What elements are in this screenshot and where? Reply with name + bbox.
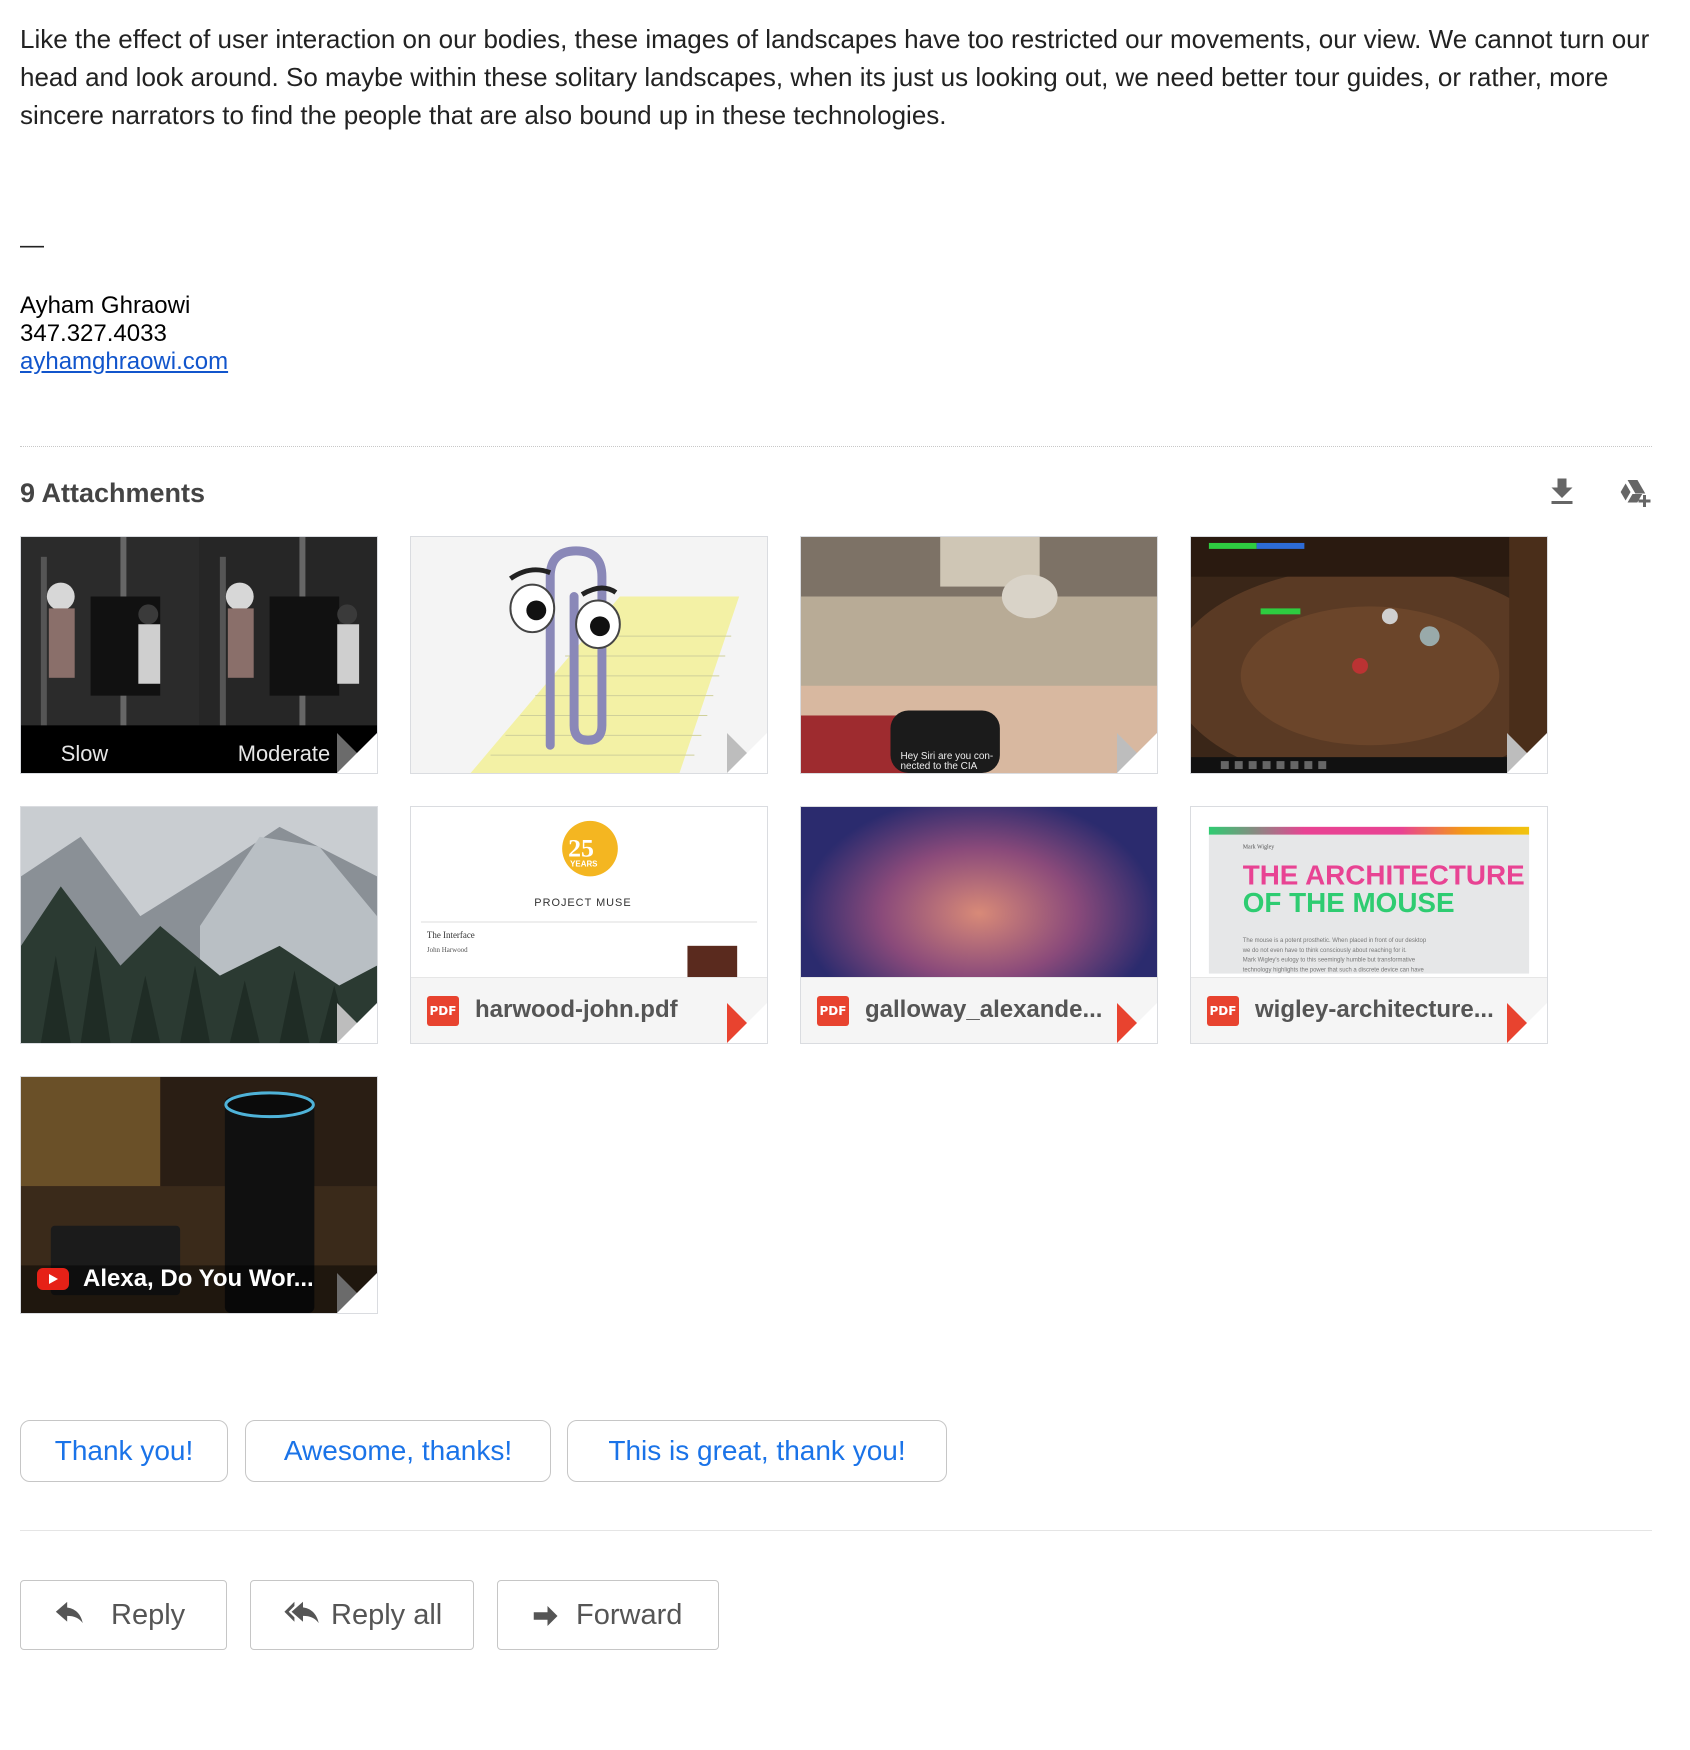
attachment-pdf-harwood[interactable]: 25 YEARS PROJECT MUSE The Interface John… — [410, 806, 768, 1044]
thumb-caption-left: Slow — [61, 741, 109, 766]
thumb-caption-right: Moderate — [238, 741, 330, 766]
download-icon[interactable] — [1544, 474, 1580, 510]
attachment-thumbnail — [21, 807, 377, 1043]
pdf-icon: PDF — [1207, 996, 1239, 1026]
message-body: Like the effect of user interaction on o… — [20, 24, 1650, 130]
attachment-filename: harwood-john.pdf — [475, 996, 678, 1023]
attachment-fold — [337, 1003, 377, 1043]
reply-divider — [20, 1530, 1652, 1531]
attachment-fold — [337, 733, 377, 773]
attachment-pdf-wigley[interactable]: Mark Wigley THE ARCHITECTURE OF THE MOUS… — [1190, 806, 1548, 1044]
attachment-youtube-video[interactable]: Alexa, Do You Wor... — [20, 1076, 378, 1314]
forward-button[interactable]: Forward — [497, 1580, 719, 1650]
signature-phone: 347.327.4033 — [20, 320, 167, 347]
signature-separator: — — [20, 232, 44, 259]
youtube-icon — [37, 1268, 69, 1290]
attachment-thumbnail — [411, 537, 767, 773]
email-message-view: Like the effect of user interaction on o… — [0, 0, 1690, 1750]
smart-reply-this-is-great[interactable]: This is great, thank you! — [567, 1420, 947, 1482]
signature-name: Ayham Ghraowi — [20, 292, 191, 319]
reply-icon — [55, 1601, 83, 1624]
pdf-preview-years: YEARS — [570, 860, 597, 869]
video-title: Alexa, Do You Wor... — [83, 1265, 314, 1292]
pdf-preview-body-4: technology highlights the power that suc… — [1243, 968, 1425, 974]
attachment-filename-bar: PDF galloway_alexande... — [801, 977, 1157, 1043]
signature: Ayham Ghraowi 347.327.4033 ayhamghraowi.… — [20, 292, 228, 376]
pdf-preview-title-2: OF THE MOUSE — [1243, 887, 1455, 918]
attachment-pdf-galloway[interactable]: PDF galloway_alexande... — [800, 806, 1158, 1044]
attachment-thumbnail: Slow Moderate — [21, 537, 377, 773]
video-label: Alexa, Do You Wor... — [37, 1265, 314, 1293]
attachment-filename: wigley-architecture... — [1255, 996, 1494, 1023]
forward-label: Forward — [576, 1599, 683, 1631]
pdf-preview-doc-author: John Harwood — [427, 946, 468, 954]
attachment-thumbnail — [1191, 537, 1547, 773]
add-to-drive-icon[interactable] — [1616, 474, 1652, 510]
pdf-preview-body-3: Mark Wigley's eulogy to this seemingly h… — [1243, 958, 1416, 964]
pdf-preview-doc-title: The Interface — [427, 930, 475, 940]
attachment-mountain-image[interactable] — [20, 806, 378, 1044]
reply-button[interactable]: Reply — [20, 1580, 227, 1650]
attachment-fold — [727, 1003, 767, 1043]
attachment-thumbnail: Hey Siri are you con- nected to the CIA — [801, 537, 1157, 773]
attachment-fold — [1507, 733, 1547, 773]
pdf-icon: PDF — [427, 996, 459, 1026]
reply-label: Reply — [111, 1599, 186, 1631]
pdf-preview-brand: PROJECT MUSE — [534, 897, 631, 909]
attachments-title: 9 Attachments — [20, 478, 206, 508]
smart-reply-awesome-thanks[interactable]: Awesome, thanks! — [245, 1420, 551, 1482]
pdf-preview-title-1: THE ARCHITECTURE — [1243, 859, 1525, 890]
attachment-game-screenshot[interactable] — [1190, 536, 1548, 774]
attachments-divider — [20, 446, 1652, 447]
attachment-filename: galloway_alexande... — [865, 996, 1103, 1023]
pdf-preview-body-2: we do not even have to think consciously… — [1242, 948, 1407, 954]
signature-link[interactable]: ayhamghraowi.com — [20, 348, 228, 375]
attachment-robot-video-still[interactable]: Slow Moderate — [20, 536, 378, 774]
reply-all-button[interactable]: Reply all — [250, 1580, 474, 1650]
attachments-actions — [1544, 474, 1652, 510]
pdf-icon: PDF — [817, 996, 849, 1026]
attachments-header: 9 Attachments — [20, 474, 1652, 514]
attachment-fold — [1117, 733, 1157, 773]
pdf-preview-25: 25 — [568, 834, 594, 863]
attachment-filename-bar: PDF wigley-architecture... — [1191, 977, 1547, 1043]
reply-all-icon — [284, 1601, 319, 1624]
attachment-watch-photo[interactable]: Hey Siri are you con- nected to the CIA — [800, 536, 1158, 774]
attachment-fold — [1507, 1003, 1547, 1043]
pdf-preview-body-1: The mouse is a potent prosthetic. When p… — [1243, 938, 1427, 944]
attachment-filename-bar: PDF harwood-john.pdf — [411, 977, 767, 1043]
reply-all-label: Reply all — [331, 1599, 443, 1631]
pdf-preview-author: Mark Wigley — [1243, 845, 1275, 851]
attachment-fold — [1117, 1003, 1157, 1043]
attachment-fold — [727, 733, 767, 773]
forward-icon — [533, 1606, 558, 1626]
attachment-fold — [337, 1273, 377, 1313]
attachment-clippy-image[interactable] — [410, 536, 768, 774]
thumb-caption-2: nected to the CIA — [900, 761, 977, 772]
smart-reply-thank-you[interactable]: Thank you! — [20, 1420, 228, 1482]
